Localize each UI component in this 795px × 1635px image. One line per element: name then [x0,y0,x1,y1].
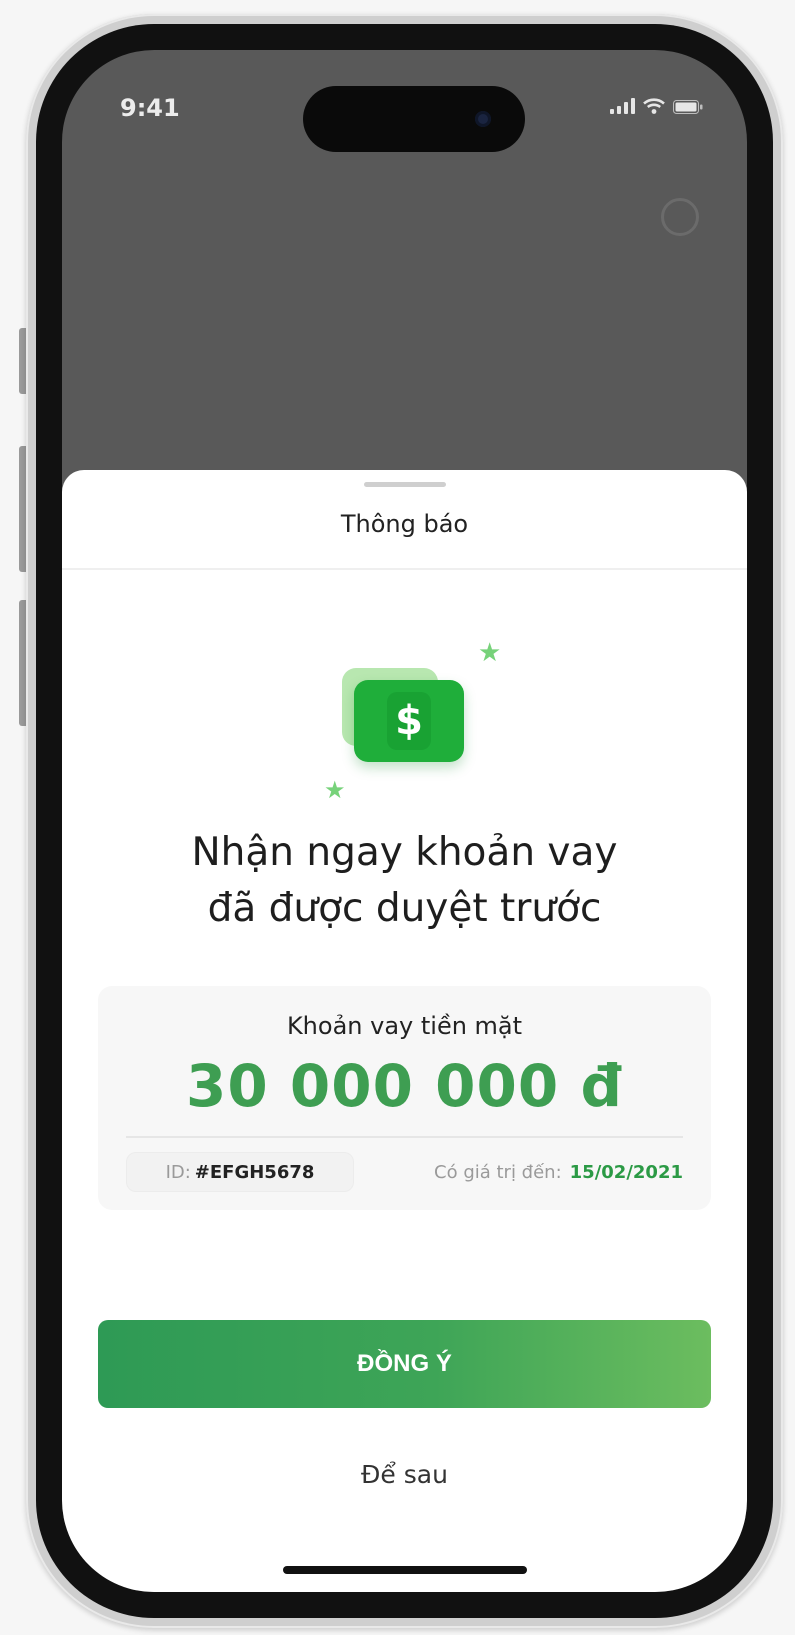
headline-line-2: đã được duyệt trước [207,886,602,931]
offer-card: Khoản vay tiền mặt 30 000 000 đ ID: #EFG… [98,986,711,1210]
loan-id-label: ID: [165,1161,191,1183]
stage: 9:41 Thông báo $ ★ ★ Nhận ngay khoản vay… [0,0,795,1635]
offer-label: Khoản vay tiền mặt [286,1012,523,1040]
sparkle-icon: ★ [324,776,346,804]
loan-id-value: #EFGH5678 [194,1161,315,1183]
phone-screen: 9:41 Thông báo $ ★ ★ Nhận ngay khoản vay… [62,50,747,1592]
later-button[interactable]: Để sau [62,1460,747,1489]
status-icons [610,98,703,114]
sheet-grabber[interactable] [363,482,446,487]
notification-sheet: Thông báo $ ★ ★ Nhận ngay khoản vay đã đ… [62,470,747,1592]
bill-front-icon: $ [354,680,464,762]
offer-amount: 30 000 000 đ [186,1052,623,1120]
status-bar: 9:41 [62,50,747,170]
home-indicator[interactable] [282,1566,527,1574]
sheet-title: Thông báo [340,510,469,538]
card-divider [126,1136,683,1138]
loan-id-chip: ID: #EFGH5678 [126,1152,354,1192]
status-time: 9:41 [120,94,180,122]
dynamic-island [303,86,525,152]
phone-frame: 9:41 Thông báo $ ★ ★ Nhận ngay khoản vay… [26,14,783,1628]
validity-label: Có giá trị đến: [434,1162,562,1183]
dollar-sign-icon: $ [387,692,431,750]
agree-button[interactable]: ĐỒNG Ý [98,1320,711,1408]
validity: Có giá trị đến: 15/02/2021 [434,1162,683,1183]
info-circle-icon[interactable] [661,198,699,236]
sheet-divider [62,568,747,570]
camera-icon [475,111,491,127]
money-bill-icon: $ ★ ★ [320,620,510,810]
headline-line-1: Nhận ngay khoản vay [191,830,618,875]
sparkle-icon: ★ [478,638,502,668]
headline: Nhận ngay khoản vay đã được duyệt trước [62,825,747,937]
wifi-icon [643,98,665,114]
validity-date: 15/02/2021 [569,1162,683,1183]
battery-icon [673,100,703,114]
signal-icon [610,98,635,114]
